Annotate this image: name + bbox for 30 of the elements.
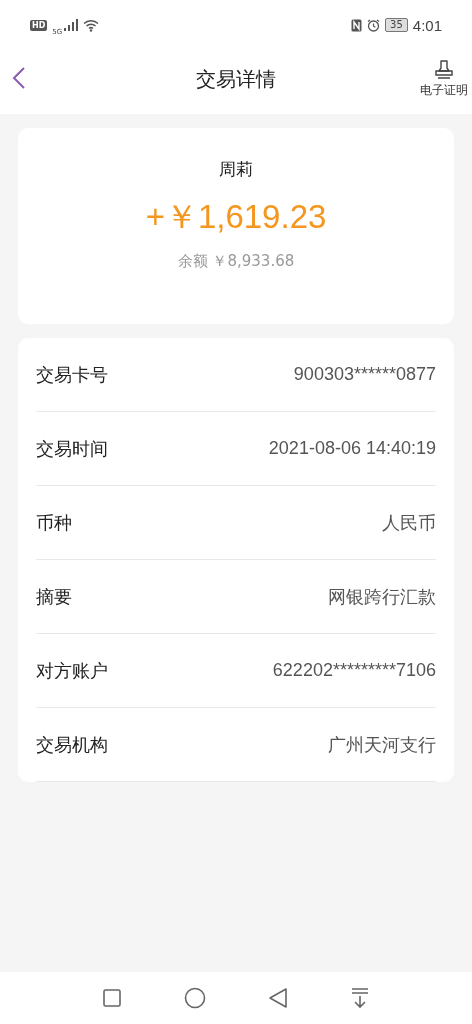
signal-icon	[64, 19, 79, 31]
detail-value: 网银跨行汇款	[328, 585, 436, 609]
home-icon[interactable]	[184, 987, 206, 1009]
payer-name: 周莉	[219, 158, 253, 181]
certificate-button[interactable]: 电子证明	[420, 59, 468, 99]
detail-value: 广州天河支行	[328, 733, 436, 757]
page-title: 交易详情	[196, 65, 276, 93]
nfc-icon	[351, 18, 363, 32]
detail-label: 交易机构	[36, 732, 108, 757]
hd-badge: HD	[30, 19, 48, 31]
detail-label: 交易卡号	[36, 362, 108, 387]
amount-text: +￥1,619.23	[145, 197, 327, 237]
back-icon[interactable]	[12, 66, 26, 90]
detail-label: 摘要	[36, 584, 72, 609]
pulldown-icon[interactable]	[350, 987, 370, 1009]
alarm-icon	[367, 18, 381, 32]
back-triangle-icon[interactable]	[268, 987, 288, 1009]
detail-value: 900303******0877	[293, 364, 436, 385]
detail-label: 币种	[36, 510, 72, 535]
detail-value: 622202*********7106	[272, 660, 436, 681]
detail-label: 交易时间	[36, 436, 108, 461]
detail-value: 人民币	[382, 511, 436, 535]
wifi-icon	[83, 18, 100, 32]
balance-text: 余额 ￥8,933.68	[177, 252, 295, 271]
recent-apps-icon[interactable]	[102, 988, 122, 1008]
detail-label: 对方账户	[36, 658, 108, 683]
battery-icon: 35	[385, 18, 408, 32]
clock-time: 4:01	[412, 16, 442, 34]
detail-value: 2021-08-06 14:40:19	[268, 438, 436, 459]
stamp-icon	[433, 59, 455, 80]
